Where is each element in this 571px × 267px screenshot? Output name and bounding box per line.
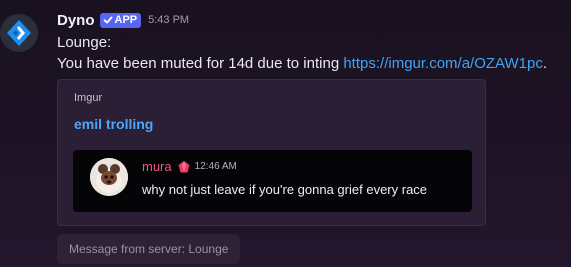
imgur-link[interactable]: https://imgur.com/a/OZAW1pc <box>343 55 543 72</box>
checkmark-icon <box>103 16 112 24</box>
user-avatar-icon <box>90 158 128 196</box>
embed-media[interactable]: mura 12:46 AM why not just leave if you'… <box>73 150 472 212</box>
quote-timestamp: 12:46 AM <box>194 161 237 172</box>
dyno-logo-icon <box>0 14 38 52</box>
message-line-1: Lounge: <box>57 34 112 51</box>
message-header: Dyno APP 5:43 PM <box>57 10 189 30</box>
quote-header: mura 12:46 AM <box>142 159 237 174</box>
message-suffix: . <box>542 55 548 72</box>
app-badge: APP <box>99 12 142 28</box>
message-text: You have been muted for 14d due to intin… <box>57 55 344 72</box>
server-message-pill[interactable]: Message from server: Lounge <box>57 234 241 264</box>
dyno-avatar[interactable] <box>0 14 38 52</box>
quote-text: why not just leave if you're gonna grief… <box>142 182 428 197</box>
message-timestamp[interactable]: 5:43 PM <box>148 14 189 26</box>
link-embed: Imgur emil trolling mura 12:46 AM why no… <box>57 79 486 226</box>
app-badge-label: APP <box>114 14 138 26</box>
embed-title[interactable]: emil trolling <box>74 116 153 132</box>
quote-avatar <box>90 158 128 196</box>
quote-author: mura <box>142 159 172 174</box>
embed-provider: Imgur <box>74 92 103 104</box>
author-name[interactable]: Dyno <box>57 12 95 29</box>
message-line-2: You have been muted for 14d due to intin… <box>57 55 547 72</box>
pink-gem-icon <box>177 160 191 174</box>
